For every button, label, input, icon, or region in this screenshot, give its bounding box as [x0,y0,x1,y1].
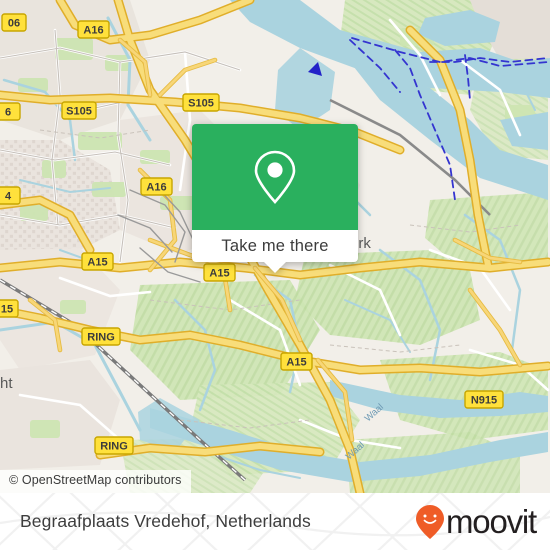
screenshot-root: 06 A16 S105 S105 6 A16 4 A15 A15 15 RING… [0,0,550,550]
moovit-wordmark: moovit [446,503,537,540]
svg-text:A15: A15 [286,357,306,369]
svg-text:6: 6 [5,107,11,119]
callout-action-bar[interactable]: Take me there [192,230,358,273]
svg-text:S105: S105 [66,106,92,118]
svg-text:06: 06 [8,18,20,30]
svg-text:A15: A15 [209,268,229,280]
svg-text:RING: RING [100,441,128,453]
svg-text:15: 15 [1,304,13,316]
svg-text:A15: A15 [87,257,107,269]
map-pin-icon [254,150,296,204]
svg-text:S105: S105 [188,98,214,110]
svg-text:A16: A16 [83,25,103,37]
svg-text:A16: A16 [146,182,166,194]
svg-text:4: 4 [5,191,12,203]
moovit-logo[interactable]: moovit [415,503,537,540]
place-label-ht: ht [0,375,13,392]
callout-icon-area [192,124,358,230]
svg-text:RING: RING [87,332,115,344]
footer-bar: Begraafplaats Vredehof, Netherlands moov… [0,493,550,550]
take-me-there-callout[interactable]: Take me there [192,124,358,273]
svg-text:N915: N915 [471,395,497,407]
moovit-smiley-pin-icon [416,504,444,539]
take-me-there-label: Take me there [221,236,329,255]
callout-pointer [264,262,286,273]
location-title: Begraafplaats Vredehof, Netherlands [20,511,311,531]
osm-attribution[interactable]: © OpenStreetMap contributors [0,470,191,493]
